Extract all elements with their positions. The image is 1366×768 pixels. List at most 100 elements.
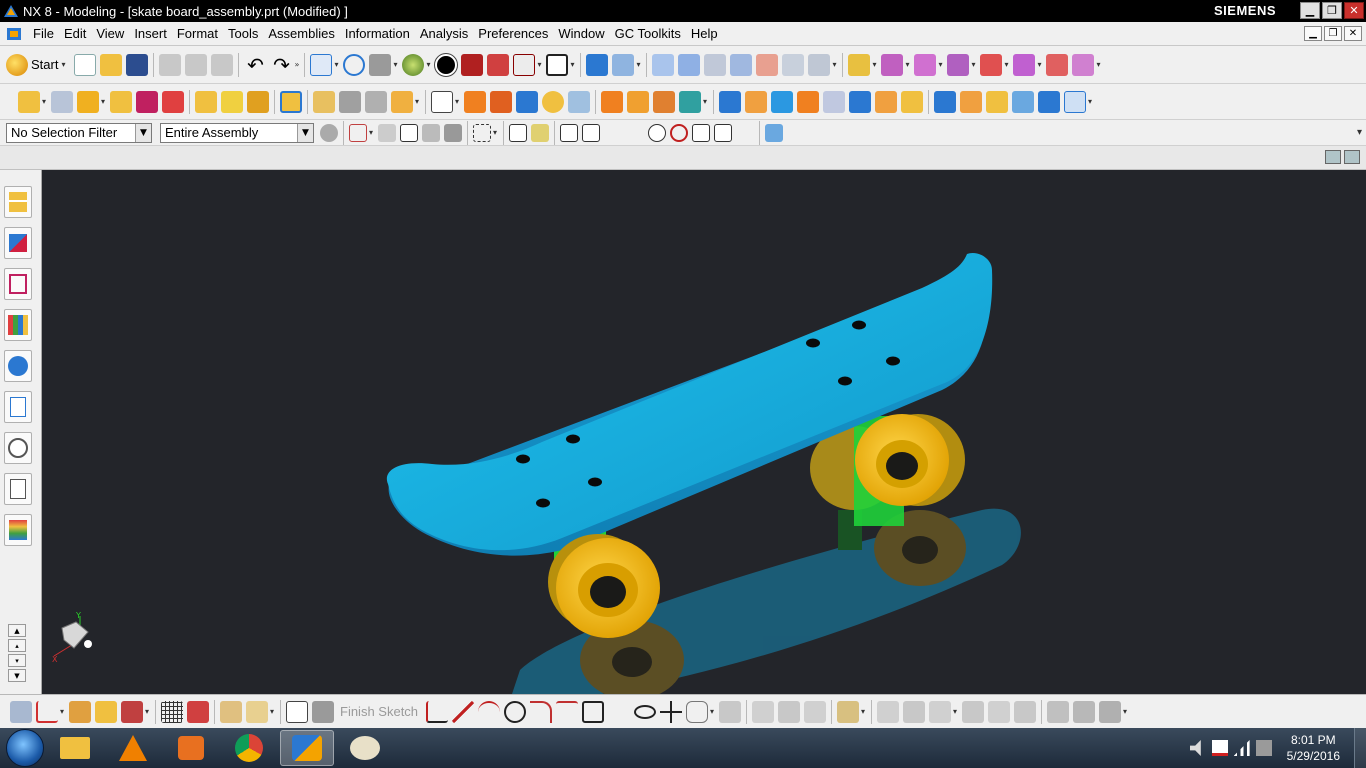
chevron-down-icon[interactable]: ▾ (636, 60, 643, 69)
snap-grid-icon[interactable] (187, 700, 209, 723)
volume-icon[interactable] (1189, 740, 1201, 756)
studio-spline-icon[interactable] (95, 700, 117, 723)
select-face-icon[interactable] (400, 123, 418, 142)
fit-view-icon[interactable] (310, 53, 333, 76)
mirror-curve-icon[interactable] (903, 700, 926, 723)
point-on-curve-icon[interactable] (714, 123, 732, 142)
pattern-feature-icon[interactable] (601, 90, 623, 113)
menu-help[interactable]: Help (686, 26, 723, 41)
align-icon[interactable] (162, 90, 184, 113)
background-icon[interactable] (546, 53, 569, 76)
replace-face-icon[interactable] (1012, 90, 1034, 113)
sketch-icon[interactable] (431, 90, 453, 113)
revolve-icon[interactable] (490, 90, 512, 113)
block-feature-icon[interactable] (391, 90, 413, 113)
chevron-down-icon[interactable]: ▾ (861, 707, 868, 716)
arc-center-icon[interactable] (648, 123, 666, 142)
blend-icon[interactable] (986, 90, 1008, 113)
scroll-top-icon[interactable]: ▲ (8, 624, 26, 637)
curve-icon[interactable] (121, 700, 143, 723)
chevron-down-icon[interactable]: ▾ (953, 707, 960, 716)
graphics-viewport[interactable]: Y X (42, 170, 1366, 694)
add-existing-icon[interactable] (77, 90, 99, 113)
component-array-icon[interactable] (947, 53, 970, 76)
fullscreen-icon[interactable] (1344, 150, 1360, 164)
datum-plane-icon[interactable] (516, 90, 538, 113)
clearance-icon[interactable] (1072, 53, 1095, 76)
offset-curve-icon[interactable] (686, 700, 709, 723)
chevron-down-icon[interactable]: ▾ (537, 60, 544, 69)
trim-body-icon[interactable] (875, 90, 897, 113)
menu-insert[interactable]: Insert (129, 26, 172, 41)
chevron-down-icon[interactable]: ▾ (393, 60, 400, 69)
save-icon[interactable] (126, 53, 149, 76)
draft-icon[interactable] (771, 90, 793, 113)
link-icon[interactable] (247, 90, 269, 113)
part-list-icon[interactable] (10, 700, 32, 723)
chevron-down-icon[interactable]: ▾ (60, 707, 67, 716)
point-icon[interactable] (660, 700, 683, 723)
finish-sketch-icon[interactable] (312, 700, 334, 723)
extrude-icon[interactable] (464, 90, 486, 113)
line-icon[interactable] (452, 700, 475, 723)
mate-component-icon[interactable] (881, 53, 904, 76)
assembly-navigator-icon[interactable] (18, 90, 40, 113)
chevron-down-icon[interactable]: ▾ (455, 97, 462, 106)
cut-icon[interactable] (159, 53, 182, 76)
fillet-icon[interactable] (530, 700, 553, 723)
feature-select-icon[interactable] (349, 123, 367, 142)
taskbar-paint[interactable] (338, 730, 392, 766)
ruler-icon[interactable] (246, 700, 268, 723)
chevron-down-icon[interactable]: ▾ (101, 97, 108, 106)
grid-toggle-icon[interactable] (1325, 150, 1341, 164)
history-tab[interactable] (4, 391, 32, 423)
exploded-view-icon[interactable] (1013, 53, 1036, 76)
arc-icon[interactable] (478, 700, 501, 723)
menu-gc-toolkits[interactable]: GC Toolkits (610, 26, 686, 41)
shaded-block-icon[interactable] (461, 53, 484, 76)
existing-point-icon[interactable] (692, 123, 710, 142)
bracket-icon[interactable] (339, 90, 361, 113)
move-component-icon[interactable] (110, 90, 132, 113)
chevron-down-icon[interactable]: ▾ (710, 707, 717, 716)
replace-component-icon[interactable] (914, 53, 937, 76)
selection-settings-icon[interactable] (320, 123, 338, 142)
clock-history-tab[interactable] (4, 432, 32, 464)
redo-icon[interactable]: ↷ (270, 54, 292, 76)
menu-preferences[interactable]: Preferences (473, 26, 553, 41)
quick-extend-icon[interactable] (752, 700, 775, 723)
menu-assemblies[interactable]: Assemblies (263, 26, 339, 41)
taskbar-explorer[interactable] (48, 730, 102, 766)
chamfer-sketch-icon[interactable] (556, 700, 579, 723)
paste-icon[interactable] (211, 53, 234, 76)
doc-minimize-button[interactable]: ▁ (1304, 26, 1322, 41)
profile-icon[interactable] (426, 700, 449, 723)
paperclip-icon[interactable] (313, 90, 335, 113)
assembly-cut-icon[interactable] (280, 90, 302, 113)
convert-reference-icon[interactable] (1073, 700, 1096, 723)
menu-file[interactable]: File (28, 26, 59, 41)
geometric-constraint-icon[interactable] (837, 700, 860, 723)
toolbar-overflow-icon[interactable]: ▾ (1357, 127, 1362, 138)
intersection-point-icon[interactable] (626, 124, 644, 142)
wcs-icon[interactable] (1064, 90, 1086, 113)
chevron-down-icon[interactable]: ▾ (415, 97, 422, 106)
alternate-solution-icon[interactable] (1014, 700, 1037, 723)
restore-button[interactable]: ❐ (1322, 2, 1342, 19)
quadrant-point-icon[interactable] (670, 123, 688, 142)
chevron-down-icon[interactable]: ▾ (426, 60, 433, 69)
sketch-task-icon[interactable] (286, 700, 308, 723)
taskbar-media-player[interactable] (164, 730, 218, 766)
visualization-tab[interactable] (4, 514, 32, 546)
chevron-down-icon[interactable]: ▾ (703, 97, 710, 106)
wave-geometry-icon[interactable] (1046, 53, 1069, 76)
assembly-navigator-tab[interactable] (4, 186, 32, 218)
quick-trim-icon[interactable] (719, 700, 742, 723)
styled-sweep-icon[interactable] (782, 53, 805, 76)
reuse-library-tab[interactable] (4, 309, 32, 341)
orient-view-icon[interactable] (586, 53, 609, 76)
pattern-curve-icon[interactable] (929, 700, 952, 723)
unite-icon[interactable] (627, 90, 649, 113)
new-file-icon[interactable] (74, 53, 97, 76)
menu-information[interactable]: Information (340, 26, 415, 41)
